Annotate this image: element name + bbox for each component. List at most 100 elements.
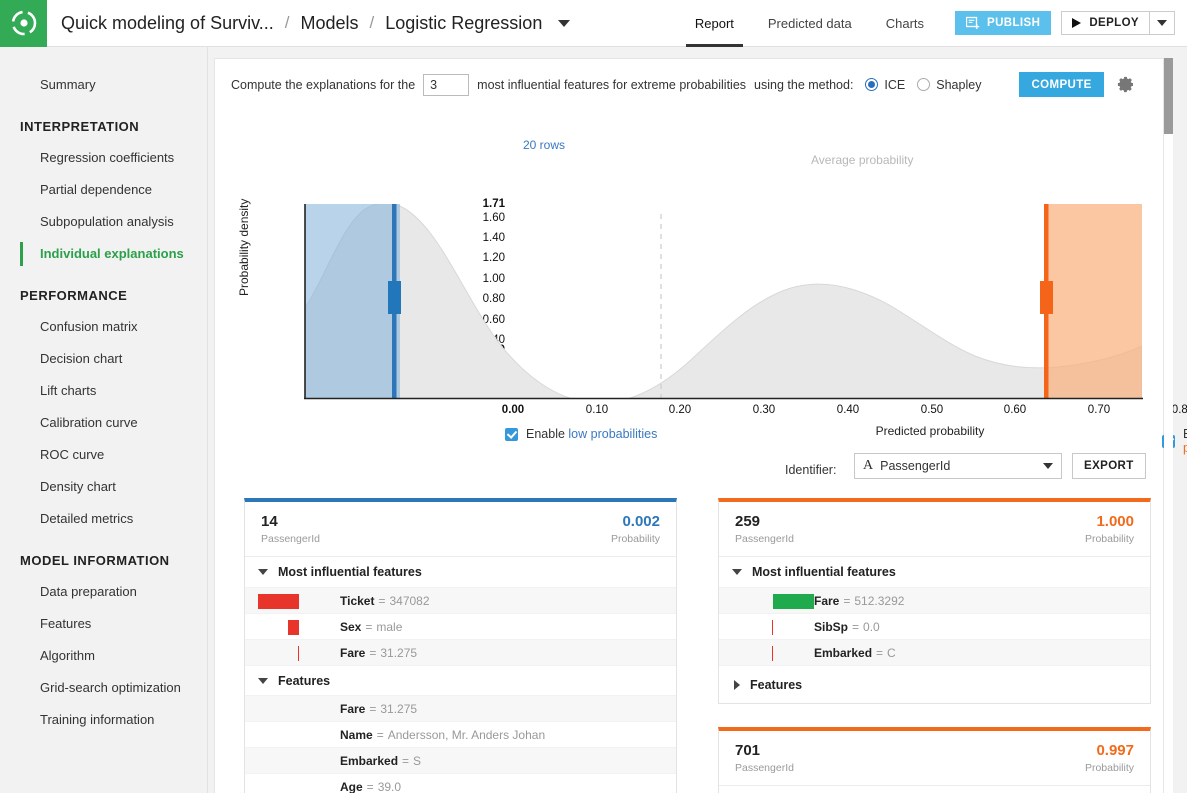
scrollbar-track[interactable] — [1164, 58, 1173, 793]
export-button[interactable]: EXPORT — [1072, 453, 1146, 479]
sidebar-item-detailed-metrics[interactable]: Detailed metrics — [0, 503, 207, 535]
high-marker-handle — [1040, 281, 1053, 314]
explanation-card-low: 14 PassengerId 0.002 Probability Most in… — [244, 498, 677, 793]
breadcrumb-model[interactable]: Logistic Regression — [385, 13, 542, 34]
sidebar-item-confusion-matrix[interactable]: Confusion matrix — [0, 311, 207, 343]
identifier-value: PassengerId — [880, 459, 950, 473]
feature-eq: = — [367, 780, 374, 793]
feature-label: Ticket=347082 — [340, 594, 430, 608]
publish-button[interactable]: PUBLISH — [955, 11, 1051, 35]
feature-label: Fare = 31.275 — [340, 702, 417, 716]
deploy-dropdown-button[interactable] — [1150, 11, 1175, 35]
tab-report[interactable]: Report — [678, 0, 751, 47]
sidebar-item-grid-search-optimization[interactable]: Grid-search optimization — [0, 672, 207, 704]
app-header: Quick modeling of Surviv... / Models / L… — [0, 0, 1187, 47]
section-most-influential-features[interactable]: Most influential features — [245, 557, 676, 587]
feature-value: 31.275 — [380, 646, 417, 660]
x-tick-6: 0.50 — [909, 404, 955, 416]
feature-label: Age=39.0 — [340, 780, 401, 793]
feature-row: Age=39.0 — [245, 773, 676, 793]
enable-high-probabilities-label: Enable high probabilities — [1183, 427, 1187, 455]
controls-text-middle: most influential features for extreme pr… — [477, 78, 746, 92]
sidebar-item-subpopulation-analysis[interactable]: Subpopulation analysis — [0, 206, 207, 238]
card-probability-caption: Probability — [1085, 762, 1134, 774]
high-probability-region — [1046, 204, 1142, 398]
feature-eq: = — [852, 620, 859, 634]
card-id-caption: PassengerId — [735, 533, 794, 545]
sidebar-item-decision-chart[interactable]: Decision chart — [0, 343, 207, 375]
sidebar-item-calibration-curve[interactable]: Calibration curve — [0, 407, 207, 439]
section-features[interactable]: Features — [245, 665, 676, 695]
explanation-card-high-2: 701 PassengerId 0.997 Probability Most i… — [718, 727, 1151, 793]
feature-bar-negative — [288, 620, 299, 635]
compute-button[interactable]: COMPUTE — [1019, 72, 1103, 97]
feature-value: 0.0 — [863, 620, 880, 634]
probability-density-chart: 20 rows 27 rows Probability density 1.71… — [215, 110, 1165, 410]
influential-feature-row: Embarked=C — [719, 639, 1150, 665]
card-id: 701 — [735, 742, 794, 759]
feature-bar-zone — [245, 696, 340, 722]
scrollbar-thumb[interactable] — [1164, 58, 1173, 134]
section-most-influential-features[interactable]: Most influential features — [719, 557, 1150, 587]
feature-count-input[interactable] — [423, 74, 469, 96]
feature-value: male — [376, 620, 402, 634]
identifier-select[interactable]: A PassengerId — [854, 453, 1062, 479]
sidebar-item-algorithm[interactable]: Algorithm — [0, 640, 207, 672]
sidebar-group-interpretation: INTERPRETATION — [0, 101, 207, 142]
feature-bar-zone — [719, 588, 814, 614]
low-marker-handle — [388, 281, 401, 314]
method-radio-shapley[interactable]: Shapley — [917, 78, 981, 92]
feature-eq: = — [843, 594, 850, 608]
feature-bar-zone — [245, 722, 340, 748]
feature-value: 39.0 — [378, 780, 401, 793]
feature-value: 31.275 — [380, 702, 417, 716]
x-tick-5: 0.40 — [825, 404, 871, 416]
feature-eq: = — [402, 754, 409, 768]
enable-low-probabilities-checkbox[interactable]: Enable low probabilities — [505, 427, 657, 441]
method-radio-ice[interactable]: ICE — [865, 78, 905, 92]
breadcrumb-models[interactable]: Models — [300, 13, 358, 34]
feature-label: Fare=512.3292 — [814, 594, 904, 608]
x-tick-8: 0.70 — [1076, 404, 1122, 416]
influential-feature-row: Fare=31.275 — [245, 639, 676, 665]
feature-eq: = — [369, 702, 376, 716]
tab-predicted-data[interactable]: Predicted data — [751, 0, 869, 47]
play-icon — [1072, 18, 1081, 28]
sidebar-item-summary[interactable]: Summary — [0, 69, 207, 101]
section-features[interactable]: Features — [719, 665, 1150, 703]
sidebar-item-density-chart[interactable]: Density chart — [0, 471, 207, 503]
low-prefix: Enable — [526, 427, 568, 441]
publish-label: PUBLISH — [987, 17, 1040, 29]
feature-name: Fare — [340, 702, 365, 716]
sidebar-item-features[interactable]: Features — [0, 608, 207, 640]
method-label-ice: ICE — [884, 78, 905, 92]
section-most-influential-features[interactable]: Most influential features — [719, 786, 1150, 793]
sidebar-item-training-information[interactable]: Training information — [0, 704, 207, 736]
feature-value: S — [413, 754, 421, 768]
deploy-button[interactable]: DEPLOY — [1061, 11, 1150, 35]
card-id-caption: PassengerId — [735, 762, 794, 774]
sidebar-item-individual-explanations[interactable]: Individual explanations — [0, 238, 207, 270]
feature-label: Embarked=S — [340, 754, 421, 768]
breadcrumb-project[interactable]: Quick modeling of Surviv... — [61, 13, 274, 34]
gear-icon[interactable] — [1116, 75, 1135, 94]
dataiku-logo-icon[interactable] — [0, 0, 47, 47]
x-axis-title: Predicted probability — [830, 424, 1030, 438]
card-probability: 1.000 — [1096, 513, 1134, 530]
sidebar-item-data-preparation[interactable]: Data preparation — [0, 576, 207, 608]
card-id: 14 — [261, 513, 320, 530]
tab-charts[interactable]: Charts — [869, 0, 941, 47]
chevron-down-icon — [732, 569, 742, 575]
sidebar-item-partial-dependence[interactable]: Partial dependence — [0, 174, 207, 206]
radio-icon-ice — [865, 78, 878, 91]
card-header: 14 PassengerId 0.002 Probability — [245, 502, 676, 557]
sidebar-item-regression-coefficients[interactable]: Regression coefficients — [0, 142, 207, 174]
low-emphasis: low probabilities — [568, 427, 657, 441]
sidebar-item-roc-curve[interactable]: ROC curve — [0, 439, 207, 471]
chevron-down-icon[interactable] — [558, 20, 570, 27]
card-id-caption: PassengerId — [261, 533, 320, 545]
sidebar-item-lift-charts[interactable]: Lift charts — [0, 375, 207, 407]
feature-name: Fare — [814, 594, 839, 608]
chevron-right-icon — [734, 680, 740, 690]
checkbox-icon-low — [505, 428, 518, 441]
